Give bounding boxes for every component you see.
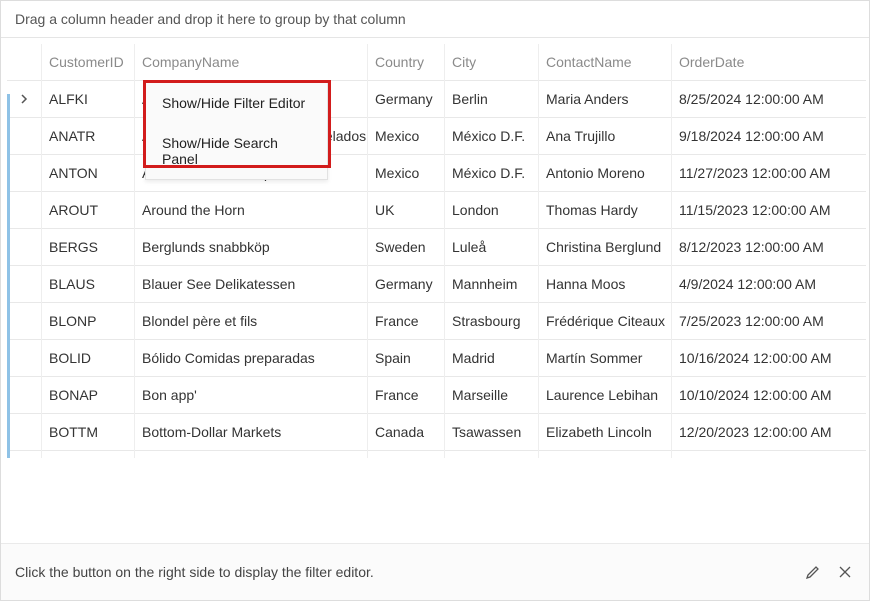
cell-city[interactable]: Mannheim bbox=[444, 266, 538, 303]
filter-bar-message: Click the button on the right side to di… bbox=[15, 564, 791, 580]
row-expander[interactable] bbox=[7, 81, 41, 118]
column-header-contactname[interactable]: ContactName bbox=[538, 44, 671, 81]
row-expander bbox=[7, 377, 41, 414]
chevron-right-icon bbox=[19, 91, 29, 107]
cell-country[interactable]: Sweden bbox=[367, 229, 444, 266]
cell-city[interactable]: Madrid bbox=[444, 340, 538, 377]
filter-bar: Click the button on the right side to di… bbox=[1, 543, 869, 600]
cell-customerid[interactable]: BOLID bbox=[41, 340, 134, 377]
cell-country[interactable]: Mexico bbox=[367, 118, 444, 155]
col-separator bbox=[41, 44, 42, 458]
cell-customerid[interactable]: BLONP bbox=[41, 303, 134, 340]
row-expander bbox=[7, 266, 41, 303]
grid-app: Drag a column header and drop it here to… bbox=[0, 0, 870, 601]
cell-orderdate[interactable]: 8/25/2024 12:00:00 AM bbox=[671, 81, 866, 118]
close-icon bbox=[838, 565, 852, 579]
grid-area: CustomerID CompanyName Country City Cont… bbox=[1, 38, 869, 543]
cell-companyname[interactable]: Bon app' bbox=[134, 377, 367, 414]
cell-orderdate[interactable]: 11/15/2023 12:00:00 AM bbox=[671, 192, 866, 229]
row-expander bbox=[7, 192, 41, 229]
row-expander bbox=[7, 229, 41, 266]
cell-contactname[interactable]: Frédérique Citeaux bbox=[538, 303, 671, 340]
row-expander bbox=[7, 414, 41, 451]
cell-customerid[interactable]: ANATR bbox=[41, 118, 134, 155]
cell-companyname[interactable]: Bólido Comidas preparadas bbox=[134, 340, 367, 377]
cell-contactname[interactable]: Ana Trujillo bbox=[538, 118, 671, 155]
cell-contactname[interactable]: Thomas Hardy bbox=[538, 192, 671, 229]
cell-city[interactable]: Marseille bbox=[444, 377, 538, 414]
col-separator bbox=[444, 44, 445, 458]
cell-city[interactable]: Strasbourg bbox=[444, 303, 538, 340]
cell-orderdate[interactable]: 12/20/2023 12:00:00 AM bbox=[671, 414, 866, 451]
cell-country[interactable]: Germany bbox=[367, 81, 444, 118]
cell-country[interactable]: Germany bbox=[367, 266, 444, 303]
col-separator bbox=[367, 44, 368, 458]
cell-city[interactable]: London bbox=[444, 192, 538, 229]
cell-contactname[interactable]: Martín Sommer bbox=[538, 340, 671, 377]
expander-header bbox=[7, 44, 41, 81]
cell-country[interactable]: France bbox=[367, 377, 444, 414]
cell-customerid[interactable]: BOTTM bbox=[41, 414, 134, 451]
row-expander bbox=[7, 303, 41, 340]
group-by-panel[interactable]: Drag a column header and drop it here to… bbox=[1, 1, 869, 38]
cell-contactname[interactable]: Elizabeth Lincoln bbox=[538, 414, 671, 451]
col-separator bbox=[671, 44, 672, 458]
cell-contactname[interactable]: Antonio Moreno bbox=[538, 155, 671, 192]
cell-contactname[interactable]: Christina Berglund bbox=[538, 229, 671, 266]
cell-contactname[interactable]: Maria Anders bbox=[538, 81, 671, 118]
column-header-companyname[interactable]: CompanyName bbox=[134, 44, 367, 81]
cell-orderdate[interactable]: 10/16/2024 12:00:00 AM bbox=[671, 340, 866, 377]
cell-companyname[interactable]: Blondel père et fils bbox=[134, 303, 367, 340]
cell-customerid[interactable]: ANTON bbox=[41, 155, 134, 192]
cell-companyname[interactable]: Blauer See Delikatessen bbox=[134, 266, 367, 303]
cell-city[interactable]: Luleå bbox=[444, 229, 538, 266]
cell-city[interactable]: México D.F. bbox=[444, 155, 538, 192]
row-expander bbox=[7, 340, 41, 377]
column-header-country[interactable]: Country bbox=[367, 44, 444, 81]
cell-orderdate[interactable]: 10/10/2024 12:00:00 AM bbox=[671, 377, 866, 414]
cell-customerid[interactable]: BONAP bbox=[41, 377, 134, 414]
cell-orderdate[interactable]: 4/9/2024 12:00:00 AM bbox=[671, 266, 866, 303]
cell-customerid[interactable]: BLAUS bbox=[41, 266, 134, 303]
cell-orderdate[interactable]: 7/25/2023 12:00:00 AM bbox=[671, 303, 866, 340]
cell-companyname[interactable]: Around the Horn bbox=[134, 192, 367, 229]
cell-contactname[interactable]: Hanna Moos bbox=[538, 266, 671, 303]
cell-city[interactable]: Berlin bbox=[444, 81, 538, 118]
cell-country[interactable]: Spain bbox=[367, 340, 444, 377]
cell-city[interactable]: Tsawassen bbox=[444, 414, 538, 451]
column-header-orderdate[interactable]: OrderDate bbox=[671, 44, 866, 81]
menu-item-label: Show/Hide Search Panel bbox=[162, 135, 278, 167]
row-expander bbox=[7, 155, 41, 192]
cell-orderdate[interactable]: 11/27/2023 12:00:00 AM bbox=[671, 155, 866, 192]
cell-companyname[interactable]: Berglunds snabbköp bbox=[134, 229, 367, 266]
cell-country[interactable]: UK bbox=[367, 192, 444, 229]
col-separator bbox=[134, 44, 135, 458]
filter-close-button[interactable] bbox=[835, 562, 855, 582]
cell-orderdate[interactable]: 8/12/2023 12:00:00 AM bbox=[671, 229, 866, 266]
cell-city[interactable]: México D.F. bbox=[444, 118, 538, 155]
cell-country[interactable]: Mexico bbox=[367, 155, 444, 192]
cell-contactname[interactable]: Laurence Lebihan bbox=[538, 377, 671, 414]
row-expander bbox=[7, 118, 41, 155]
data-grid: CustomerID CompanyName Country City Cont… bbox=[7, 44, 863, 451]
cell-customerid[interactable]: BERGS bbox=[41, 229, 134, 266]
cell-customerid[interactable]: AROUT bbox=[41, 192, 134, 229]
cell-country[interactable]: France bbox=[367, 303, 444, 340]
group-by-hint: Drag a column header and drop it here to… bbox=[15, 11, 406, 27]
grid-context-menu: Show/Hide Filter Editor Show/Hide Search… bbox=[145, 82, 328, 180]
menu-item-filter-editor[interactable]: Show/Hide Filter Editor bbox=[146, 83, 327, 123]
cell-orderdate[interactable]: 9/18/2024 12:00:00 AM bbox=[671, 118, 866, 155]
cell-country[interactable]: Canada bbox=[367, 414, 444, 451]
column-header-customerid[interactable]: CustomerID bbox=[41, 44, 134, 81]
filter-editor-button[interactable] bbox=[803, 562, 823, 582]
menu-item-search-panel[interactable]: Show/Hide Search Panel bbox=[146, 123, 327, 179]
row-indicator-bar bbox=[7, 94, 10, 458]
pencil-icon bbox=[805, 564, 821, 580]
cell-companyname[interactable]: Bottom-Dollar Markets bbox=[134, 414, 367, 451]
menu-item-label: Show/Hide Filter Editor bbox=[162, 95, 305, 111]
col-separator bbox=[538, 44, 539, 458]
column-header-city[interactable]: City bbox=[444, 44, 538, 81]
cell-customerid[interactable]: ALFKI bbox=[41, 81, 134, 118]
